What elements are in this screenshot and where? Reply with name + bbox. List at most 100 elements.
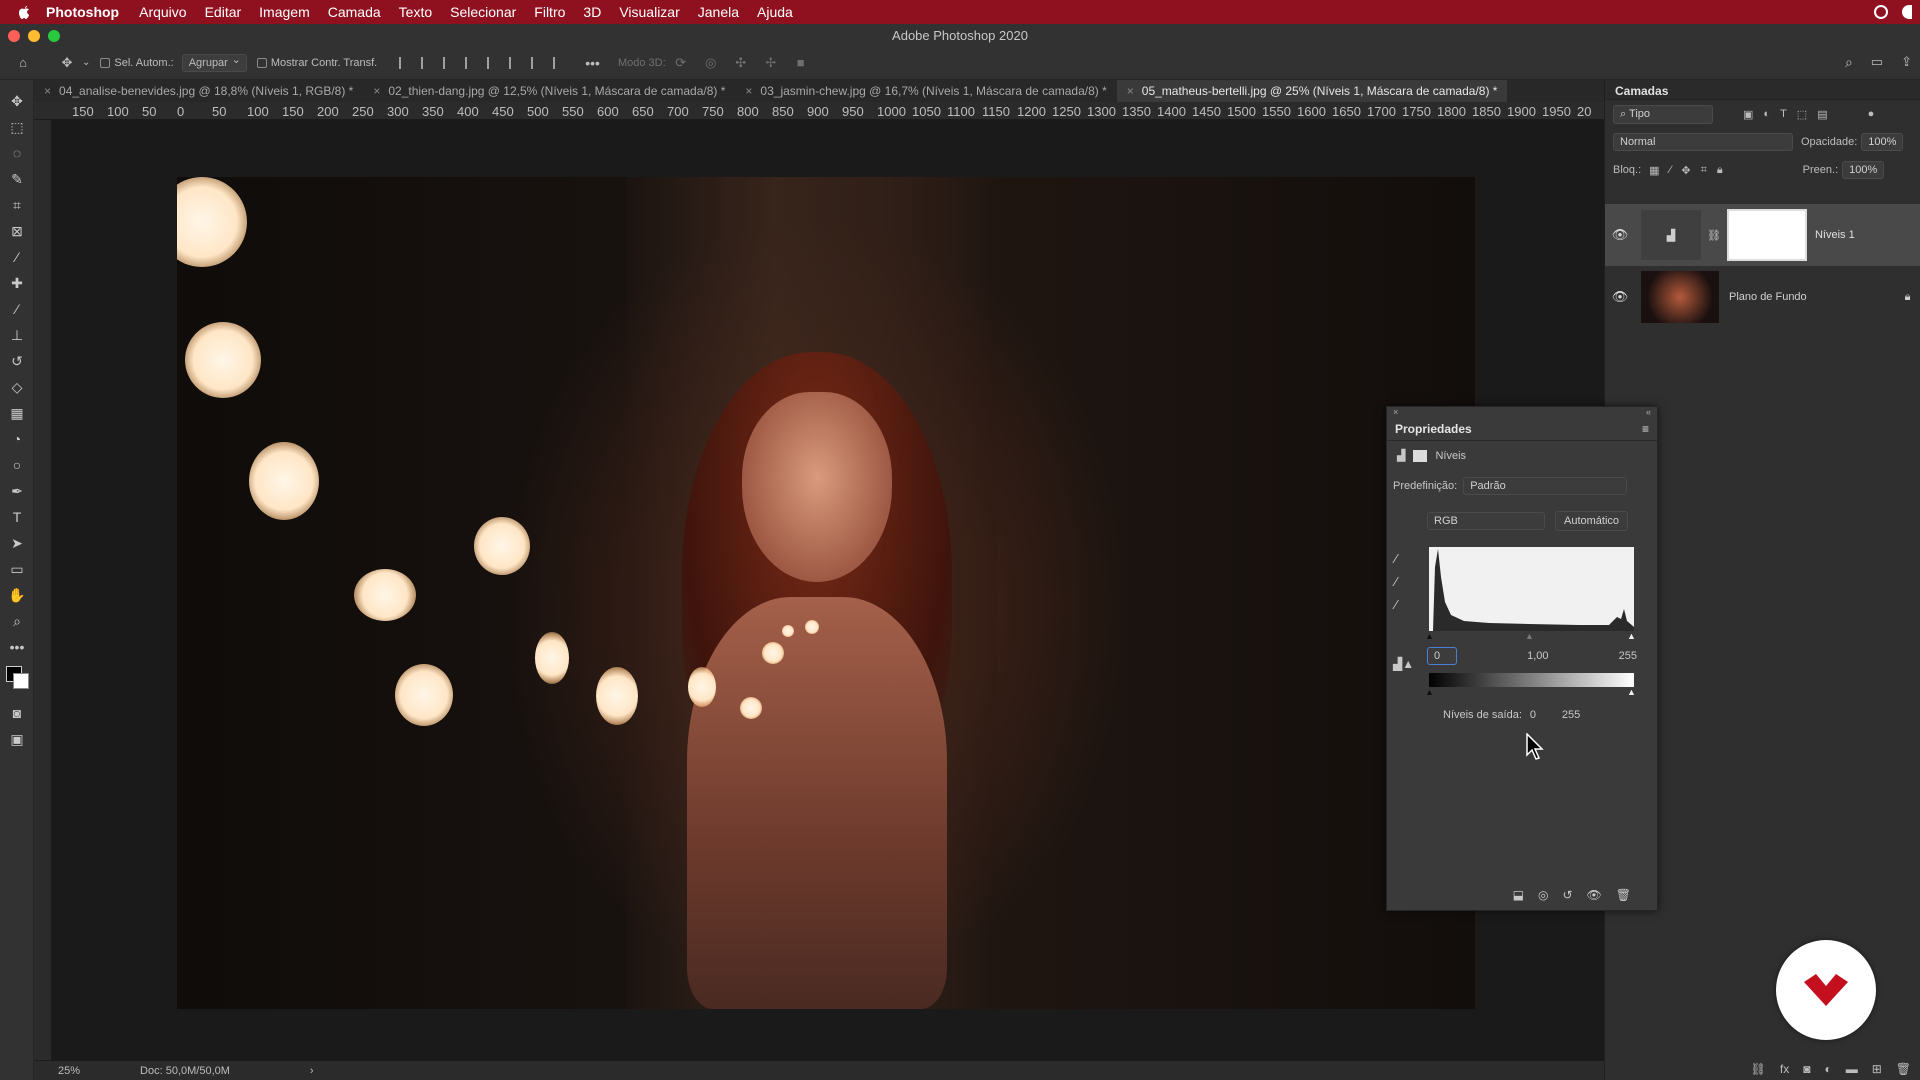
mask-link-icon[interactable]: ⛓ xyxy=(1707,229,1721,242)
menu-editar[interactable]: Editar xyxy=(205,4,242,20)
output-sliders[interactable]: ▲ ▲ xyxy=(1425,687,1637,697)
close-tab-icon[interactable]: × xyxy=(745,84,752,98)
output-black-slider[interactable]: ▲ xyxy=(1425,687,1434,697)
align-right-icon[interactable] xyxy=(443,56,455,69)
menu-janela[interactable]: Janela xyxy=(698,4,739,20)
quick-mask-icon[interactable]: ◙ xyxy=(0,700,34,726)
close-window-icon[interactable] xyxy=(8,30,20,42)
menu-ajuda[interactable]: Ajuda xyxy=(757,4,793,20)
properties-title[interactable]: Propriedades xyxy=(1395,422,1472,436)
record-icon[interactable] xyxy=(1874,5,1888,19)
layer-thumbnail[interactable] xyxy=(1641,271,1719,323)
brush-tool-icon[interactable]: ⁄ xyxy=(0,296,34,322)
color-swatches-icon[interactable] xyxy=(0,660,34,700)
pen-tool-icon[interactable]: ✒ xyxy=(0,478,34,504)
lock-transparent-icon[interactable]: ▦ xyxy=(1649,164,1659,177)
blur-tool-icon[interactable]: ◔ xyxy=(0,426,34,452)
document-image[interactable] xyxy=(177,177,1475,1009)
align-left-icon[interactable] xyxy=(399,56,411,69)
output-white-slider[interactable]: ▲ xyxy=(1627,687,1636,697)
crop-tool-icon[interactable]: ⌗ xyxy=(0,192,34,218)
layer-row-levels[interactable]: 👁︎ ▟ ⛓ Níveis 1 xyxy=(1605,204,1920,266)
dodge-tool-icon[interactable]: ○ xyxy=(0,452,34,478)
workspace-icon[interactable]: ▭ xyxy=(1871,54,1883,71)
shape-tool-icon[interactable]: ▭ xyxy=(0,556,34,582)
lock-icon[interactable]: 🔒︎ xyxy=(1905,291,1911,304)
lock-artboard-icon[interactable]: ⌗ xyxy=(1701,164,1707,177)
panel-menu-icon[interactable]: ≡ xyxy=(1642,422,1649,436)
fill-input[interactable]: 100% xyxy=(1842,161,1885,179)
input-gamma-slider[interactable]: ▲ xyxy=(1525,631,1534,641)
gray-point-eyedropper-icon[interactable]: ⁄ xyxy=(1395,574,1397,589)
menu-app-photoshop[interactable]: Photoshop xyxy=(46,4,119,20)
collapse-panel-icon[interactable]: « xyxy=(1646,407,1651,417)
roll-3d-icon[interactable]: ◎ xyxy=(702,54,720,72)
visibility-eye-icon[interactable]: 👁︎ xyxy=(1605,227,1635,243)
status-arrow-icon[interactable]: › xyxy=(310,1065,314,1077)
move-tool-icon[interactable]: ✥ xyxy=(0,88,34,114)
layers-panel-title[interactable]: Camadas xyxy=(1605,80,1920,100)
fx-icon[interactable]: fx xyxy=(1780,1062,1789,1076)
visibility-eye-icon[interactable]: 👁︎ xyxy=(1605,289,1635,305)
close-tab-icon[interactable]: × xyxy=(1127,84,1134,98)
output-black-field[interactable]: 0 xyxy=(1530,709,1554,721)
menu-selecionar[interactable]: Selecionar xyxy=(450,4,516,20)
tab-document-3[interactable]: × 03_jasmin-chew.jpg @ 16,7% (Níveis 1, M… xyxy=(735,80,1116,102)
show-transform-checkbox[interactable] xyxy=(256,57,267,68)
align-middle-v-icon[interactable] xyxy=(509,56,521,69)
orbit-3d-icon[interactable]: ⟳ xyxy=(672,54,690,72)
share-icon[interactable]: ⇪ xyxy=(1901,54,1912,71)
home-icon[interactable]: ⌂ xyxy=(14,54,32,72)
zoom-tool-icon[interactable]: ⌕ xyxy=(0,608,34,634)
filter-adjust-icon[interactable]: ◐ xyxy=(1763,108,1770,120)
new-layer-icon[interactable]: ⊞ xyxy=(1872,1062,1882,1076)
frame-tool-icon[interactable]: ⊠ xyxy=(0,218,34,244)
align-top-icon[interactable] xyxy=(487,56,499,69)
view-previous-icon[interactable]: ◎ xyxy=(1538,888,1548,902)
input-white-slider[interactable]: ▲ xyxy=(1627,631,1636,641)
filter-type-icon[interactable]: T xyxy=(1780,108,1787,120)
align-bottom-icon[interactable] xyxy=(531,56,543,69)
vertical-ruler[interactable] xyxy=(34,120,52,1060)
auto-button[interactable]: Automático xyxy=(1555,511,1629,531)
input-black-field[interactable]: 0 xyxy=(1427,647,1457,665)
gradient-tool-icon[interactable]: ▦ xyxy=(0,400,34,426)
lasso-tool-icon[interactable]: ◌ xyxy=(0,140,34,166)
blend-mode-select[interactable]: Normal xyxy=(1613,133,1793,151)
search-icon[interactable]: ⌕ xyxy=(1845,54,1853,71)
status-icon[interactable] xyxy=(1902,5,1912,19)
menu-arquivo[interactable]: Arquivo xyxy=(139,4,186,20)
horizontal-ruler[interactable]: 150 100 50 0 50 100 150 200 250 300 350 400 450 500 55… xyxy=(34,102,1604,120)
layer-name[interactable]: Níveis 1 xyxy=(1815,229,1855,241)
filter-shape-icon[interactable]: ⬚ xyxy=(1797,108,1807,121)
mask-icon[interactable] xyxy=(1413,449,1428,462)
close-tab-icon[interactable]: × xyxy=(44,84,51,98)
canvas-area[interactable] xyxy=(52,120,1604,1060)
white-point-eyedropper-icon[interactable]: ⁄ xyxy=(1395,597,1397,612)
black-point-eyedropper-icon[interactable]: ⁄ xyxy=(1395,551,1397,566)
move-tool-icon[interactable]: ✥ xyxy=(58,54,76,72)
new-adjustment-icon[interactable]: ◐ xyxy=(1824,1062,1831,1076)
edit-toolbar-icon[interactable]: ••• xyxy=(0,634,34,660)
path-select-tool-icon[interactable]: ➤ xyxy=(0,530,34,556)
layer-mask-thumbnail[interactable] xyxy=(1726,209,1807,261)
more-options-icon[interactable]: ••• xyxy=(585,55,600,71)
zoom-window-icon[interactable] xyxy=(48,30,60,42)
screen-mode-icon[interactable]: ▣ xyxy=(0,726,34,752)
menu-imagem[interactable]: Imagem xyxy=(259,4,310,20)
lock-paint-icon[interactable]: ⁄ xyxy=(1670,164,1672,176)
menu-texto[interactable]: Texto xyxy=(399,4,432,20)
tab-document-2[interactable]: × 02_thien-dang.jpg @ 12,5% (Níveis 1, Má… xyxy=(363,80,735,102)
delete-layer-icon[interactable]: 🗑︎ xyxy=(1896,1062,1911,1076)
close-panel-icon[interactable]: × xyxy=(1393,407,1398,417)
clone-stamp-tool-icon[interactable]: ⊥ xyxy=(0,322,34,348)
opacity-input[interactable]: 100% xyxy=(1861,133,1904,151)
menu-filtro[interactable]: Filtro xyxy=(534,4,565,20)
close-tab-icon[interactable]: × xyxy=(373,84,380,98)
levels-icon[interactable]: ▟ xyxy=(1397,449,1405,462)
toggle-visibility-icon[interactable]: 👁︎ xyxy=(1587,888,1602,902)
pan-3d-icon[interactable]: ✣ xyxy=(732,54,750,72)
input-gamma-field[interactable]: 1,00 xyxy=(1527,650,1548,662)
menu-3d[interactable]: 3D xyxy=(583,4,601,20)
auto-select-checkbox[interactable] xyxy=(100,57,111,68)
